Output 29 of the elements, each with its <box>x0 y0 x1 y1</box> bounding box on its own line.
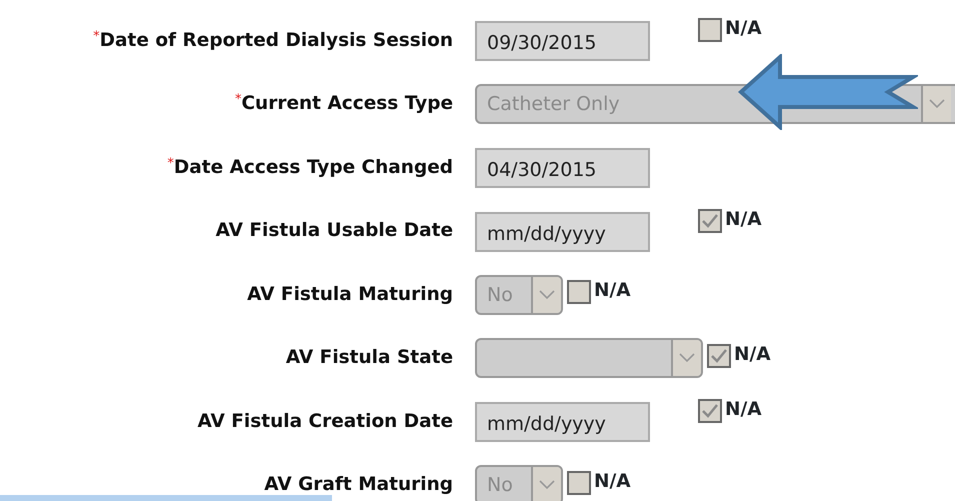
checkbox[interactable] <box>698 18 722 42</box>
chevron-down-icon <box>929 99 945 110</box>
field-label: *Current Access Type <box>234 91 453 116</box>
dropdown[interactable]: No <box>475 274 563 315</box>
checkbox-label: N/A <box>594 279 631 303</box>
checkbox[interactable] <box>698 208 722 233</box>
field-label: AV Graft Maturing <box>264 473 453 498</box>
dropdown[interactable]: No <box>475 465 563 501</box>
checkbox-label: N/A <box>725 17 762 41</box>
checkbox[interactable] <box>567 280 591 304</box>
checkbox[interactable] <box>707 344 731 368</box>
field-label: *Date of Reported Dialysis Session <box>93 28 453 53</box>
checkbox[interactable] <box>567 470 591 495</box>
field-label: AV Fistula Usable Date <box>216 219 453 244</box>
field-label: AV Fistula State <box>286 346 453 370</box>
chevron-down-icon <box>679 353 695 364</box>
check-icon <box>701 403 719 420</box>
field-label: AV Fistula Maturing <box>247 282 453 307</box>
checkbox-label: N/A <box>725 398 762 422</box>
checkbox-label: N/A <box>734 342 771 366</box>
checkbox-label: N/A <box>594 470 631 494</box>
field-label: AV Fistula Creation Date <box>197 410 453 434</box>
checkbox-label: N/A <box>725 208 762 232</box>
field-label: *Date Access Type Changed <box>167 154 453 180</box>
check-icon <box>710 348 728 364</box>
check-icon <box>701 212 719 229</box>
checkbox[interactable] <box>698 399 722 424</box>
chevron-down-icon <box>539 290 555 300</box>
chevron-down-icon <box>539 480 555 490</box>
